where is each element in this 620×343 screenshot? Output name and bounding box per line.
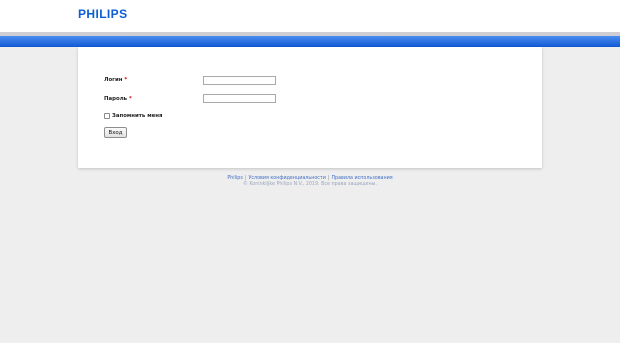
login-label: Логин *: [104, 77, 127, 83]
brand-band: [0, 36, 620, 47]
footer-link-philips[interactable]: Philips: [227, 176, 242, 181]
password-label: Пароль *: [104, 96, 132, 102]
footer-links: Philips | Условия конфиденциальности | Прави…: [0, 176, 620, 181]
top-bar: PHILIPS: [0, 0, 620, 32]
login-required-marker: *: [124, 77, 128, 83]
login-label-text: Логин: [104, 77, 123, 83]
footer-link-terms[interactable]: Правила использования: [331, 176, 392, 181]
password-input[interactable]: [203, 94, 276, 103]
footer-link-privacy[interactable]: Условия конфиденциальности: [248, 176, 325, 181]
login-submit-button[interactable]: Вход: [104, 127, 127, 138]
remember-me-checkbox[interactable]: [104, 113, 110, 119]
remember-me-label[interactable]: Запомнить меня: [112, 113, 162, 119]
copyright-text: © Koninklijke Philips N.V., 2019. Все пр…: [243, 182, 377, 187]
login-input[interactable]: [203, 76, 276, 85]
password-label-text: Пароль: [104, 96, 128, 102]
login-panel: Логин * Пароль * Запомнить меня Вход: [78, 47, 542, 168]
password-required-marker: *: [128, 96, 132, 102]
philips-logo[interactable]: PHILIPS: [78, 7, 127, 21]
